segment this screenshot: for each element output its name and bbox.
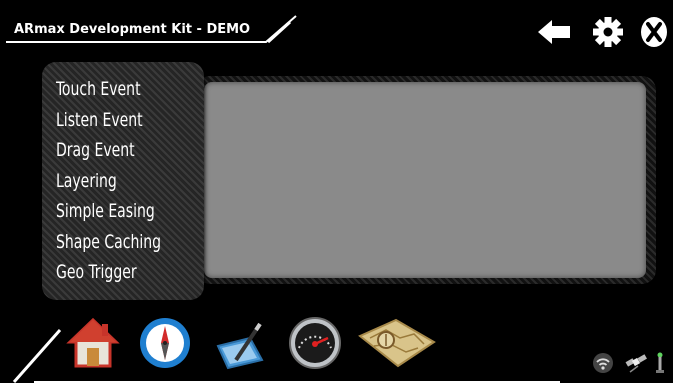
notepad-icon[interactable]	[212, 316, 266, 370]
gauge-icon[interactable]	[288, 316, 342, 370]
wifi-icon	[592, 352, 614, 374]
close-icon[interactable]	[638, 14, 673, 50]
antenna-icon	[654, 352, 666, 374]
menu-item-shape-caching[interactable]: Shape Caching	[56, 227, 161, 258]
map-icon[interactable]	[356, 316, 438, 370]
menu-item-listen-event[interactable]: Listen Event	[56, 105, 161, 136]
menu-item-simple-easing[interactable]: Simple Easing	[56, 196, 161, 227]
compass-icon[interactable]	[138, 316, 192, 370]
menu-list: Touch Event Listen Event Drag Event Laye…	[56, 74, 184, 288]
menu-item-touch-event[interactable]: Touch Event	[56, 74, 161, 105]
side-menu: Touch Event Listen Event Drag Event Laye…	[42, 62, 204, 300]
app-title: ARmax Development Kit - DEMO	[14, 22, 251, 37]
content-area[interactable]	[204, 82, 646, 278]
menu-item-drag-event[interactable]: Drag Event	[56, 135, 161, 166]
content-panel	[196, 76, 656, 284]
satellite-icon	[624, 352, 650, 374]
title-banner: ARmax Development Kit - DEMO	[0, 12, 300, 46]
menu-item-layering[interactable]: Layering	[56, 166, 161, 197]
gear-icon[interactable]	[590, 14, 626, 50]
menu-item-geo-trigger[interactable]: Geo Trigger	[56, 257, 161, 288]
home-icon[interactable]	[66, 316, 120, 370]
back-arrow-icon[interactable]	[536, 14, 572, 50]
